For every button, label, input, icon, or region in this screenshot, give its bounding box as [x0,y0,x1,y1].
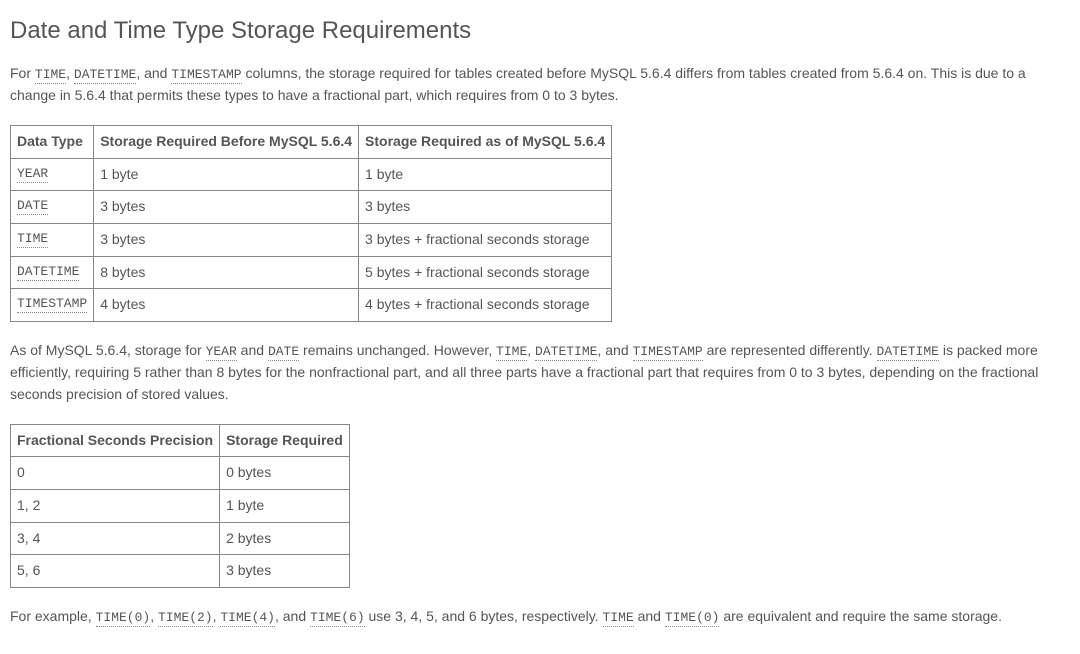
code-literal[interactable]: DATETIME [535,344,597,361]
cell-type: TIME [11,224,94,257]
intro-paragraph: For TIME, DATETIME, and TIMESTAMP column… [10,63,1070,107]
text: As of MySQL 5.6.4, storage for [10,342,206,358]
code-literal[interactable]: DATE [268,344,299,361]
cell-after: 1 byte [359,158,612,191]
code-literal[interactable]: TIME(6) [310,610,365,627]
text: , and [275,608,310,624]
table-header-row: Data Type Storage Required Before MySQL … [11,126,612,159]
col-data-type: Data Type [11,126,94,159]
code-literal[interactable]: YEAR [17,166,48,183]
text: For [10,65,35,81]
table-header-row: Fractional Seconds Precision Storage Req… [11,424,350,457]
cell-before: 4 bytes [94,289,359,322]
text: are represented differently. [703,342,877,358]
cell-before: 1 byte [94,158,359,191]
text: , [66,65,74,81]
cell-storage: 3 bytes [220,555,350,588]
table-row: 5, 6 3 bytes [11,555,350,588]
code-literal[interactable]: TIME [603,610,634,627]
cell-after: 5 bytes + fractional seconds storage [359,256,612,289]
cell-storage: 1 byte [220,490,350,523]
code-literal[interactable]: DATE [17,198,48,215]
text: , and [136,65,171,81]
code-literal[interactable]: TIMESTAMP [633,344,703,361]
table-row: TIMESTAMP 4 bytes 4 bytes + fractional s… [11,289,612,322]
code-literal[interactable]: YEAR [206,344,237,361]
code-literal[interactable]: TIME [35,67,66,84]
cell-precision: 3, 4 [11,522,220,555]
table-row: DATETIME 8 bytes 5 bytes + fractional se… [11,256,612,289]
code-literal[interactable]: DATETIME [17,264,79,281]
table-row: YEAR 1 byte 1 byte [11,158,612,191]
text: , [527,342,535,358]
code-literal[interactable]: TIME [17,231,48,248]
table-row: DATE 3 bytes 3 bytes [11,191,612,224]
col-after: Storage Required as of MySQL 5.6.4 [359,126,612,159]
text: and [237,342,268,358]
cell-before: 3 bytes [94,191,359,224]
col-before: Storage Required Before MySQL 5.6.4 [94,126,359,159]
code-literal[interactable]: TIME(2) [158,610,213,627]
cell-type: DATE [11,191,94,224]
mid-paragraph: As of MySQL 5.6.4, storage for YEAR and … [10,340,1070,406]
table-row: TIME 3 bytes 3 bytes + fractional second… [11,224,612,257]
table-row: 1, 2 1 byte [11,490,350,523]
text: For example, [10,608,96,624]
code-literal[interactable]: TIMESTAMP [171,67,241,84]
text: use 3, 4, 5, and 6 bytes, respectively. [365,608,603,624]
code-literal[interactable]: TIME [496,344,527,361]
text: , and [597,342,632,358]
code-literal[interactable]: TIMESTAMP [17,296,87,313]
cell-type: YEAR [11,158,94,191]
text: and [634,608,665,624]
cell-before: 8 bytes [94,256,359,289]
text: , [150,608,158,624]
col-storage: Storage Required [220,424,350,457]
code-literal[interactable]: DATETIME [877,344,939,361]
code-literal[interactable]: TIME(0) [665,610,720,627]
col-precision: Fractional Seconds Precision [11,424,220,457]
text: are equivalent and require the same stor… [719,608,1002,624]
table-row: 0 0 bytes [11,457,350,490]
cell-storage: 2 bytes [220,522,350,555]
cell-storage: 0 bytes [220,457,350,490]
code-literal[interactable]: DATETIME [74,67,136,84]
fractional-seconds-table: Fractional Seconds Precision Storage Req… [10,424,350,588]
cell-after: 3 bytes + fractional seconds storage [359,224,612,257]
table-row: 3, 4 2 bytes [11,522,350,555]
code-literal[interactable]: TIME(4) [220,610,275,627]
example-paragraph: For example, TIME(0), TIME(2), TIME(4), … [10,606,1070,628]
cell-type: DATETIME [11,256,94,289]
cell-precision: 5, 6 [11,555,220,588]
text: remains unchanged. However, [299,342,496,358]
cell-precision: 1, 2 [11,490,220,523]
code-literal[interactable]: TIME(0) [96,610,151,627]
cell-before: 3 bytes [94,224,359,257]
cell-precision: 0 [11,457,220,490]
storage-requirements-table: Data Type Storage Required Before MySQL … [10,125,612,322]
cell-after: 4 bytes + fractional seconds storage [359,289,612,322]
section-heading: Date and Time Type Storage Requirements [10,12,1070,49]
cell-after: 3 bytes [359,191,612,224]
cell-type: TIMESTAMP [11,289,94,322]
